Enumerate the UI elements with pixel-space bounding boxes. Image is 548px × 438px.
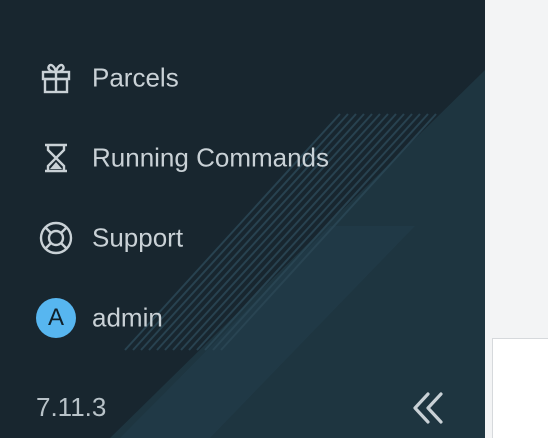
gift-icon [36, 58, 76, 98]
version-label: 7.11.3 [36, 392, 107, 422]
double-chevron-left-icon [408, 388, 448, 433]
sidebar-item-label: admin [92, 302, 163, 333]
sidebar-item-running-commands[interactable]: Running Commands [0, 130, 485, 186]
collapse-sidebar-button[interactable] [404, 386, 452, 434]
sidebar-item-user-admin[interactable]: A admin [0, 290, 485, 346]
app-window: Parcels Running Commands Support A admin… [0, 0, 548, 438]
hourglass-icon [36, 138, 76, 178]
avatar: A [36, 298, 76, 338]
lifebuoy-icon [36, 218, 76, 258]
sidebar-item-label: Parcels [92, 62, 179, 93]
sidebar-item-label: Running Commands [92, 142, 330, 173]
sidebar-item-label: Support [92, 222, 184, 253]
sidebar-item-parcels[interactable]: Parcels [0, 50, 485, 106]
sidebar-item-support[interactable]: Support [0, 210, 485, 266]
sidebar: Parcels Running Commands Support A admin… [0, 0, 485, 438]
content-card [492, 338, 548, 438]
